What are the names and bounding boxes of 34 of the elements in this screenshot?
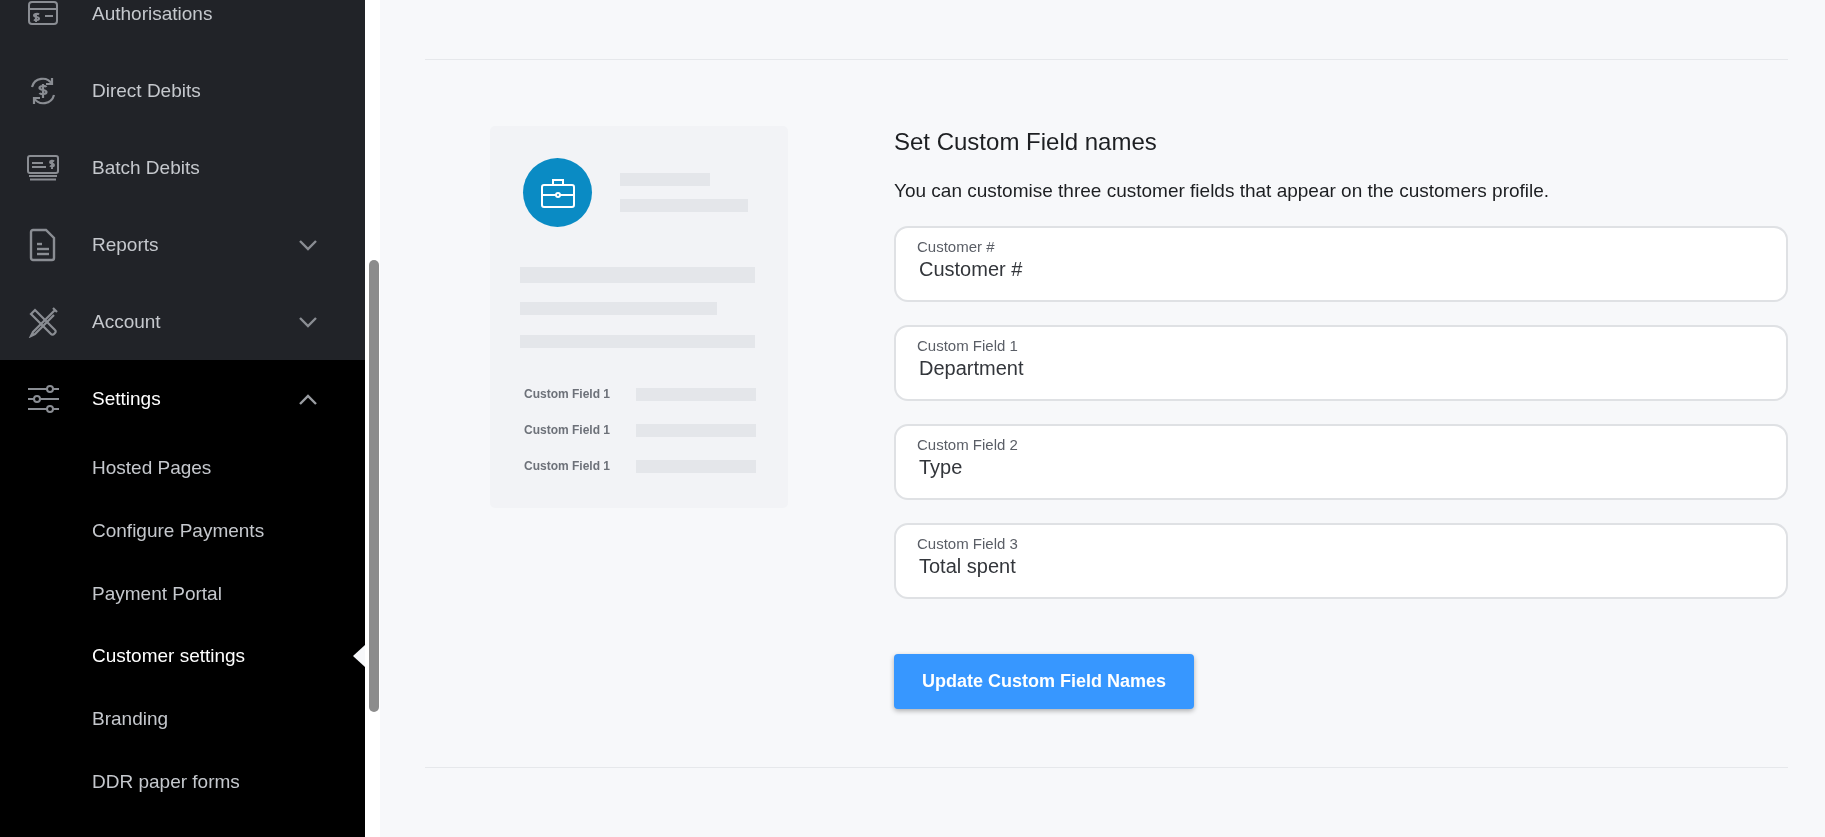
field-label: Custom Field 1 (917, 337, 1019, 354)
field-label: Custom Field 2 (917, 436, 1019, 453)
preview-field-label: Custom Field 1 (524, 459, 610, 473)
text-field[interactable]: Custom Field 3 Total spent (894, 523, 1788, 599)
cheque-stack-icon (26, 154, 59, 181)
nav-item[interactable]: Account (0, 283, 365, 360)
preview-field-label: Custom Field 1 (524, 423, 610, 437)
card-dollar-icon (27, 0, 58, 27)
text-field[interactable]: Customer # Customer # (894, 226, 1788, 302)
nav-item[interactable]: Direct Debits (0, 52, 365, 129)
text-input[interactable]: Customer # (917, 258, 1767, 281)
text-input[interactable]: Total spent (917, 555, 1767, 578)
tools-icon (26, 305, 59, 338)
submenu-item[interactable]: Hosted Pages (0, 437, 365, 500)
preview-field-label: Custom Field 1 (524, 387, 610, 401)
section-description: You can customise three customer fields that appear on the customers profile. (894, 180, 1551, 202)
document-icon (28, 227, 57, 262)
submenu-item[interactable]: DDR paper forms (0, 750, 365, 814)
nav-item[interactable]: Authorisations (0, 0, 365, 52)
scrollbar[interactable] (369, 260, 379, 712)
submenu-item[interactable]: Configure Payments (0, 499, 365, 563)
field-label: Custom Field 3 (917, 535, 1019, 552)
section-title: Set Custom Field names (894, 128, 1158, 156)
field-label: Customer # (917, 238, 996, 255)
submenu-item[interactable]: Payment Portal (0, 562, 365, 626)
submenu-item[interactable]: Branding (0, 687, 365, 751)
text-field[interactable]: Custom Field 1 Department (894, 325, 1788, 401)
sliders-icon (26, 384, 59, 413)
briefcase-icon (539, 176, 576, 209)
nav-item[interactable]: Reports (0, 206, 365, 283)
text-field[interactable]: Custom Field 2 Type (894, 424, 1788, 500)
text-input[interactable]: Type (917, 456, 1767, 479)
nav-item[interactable]: Batch Debits (0, 129, 365, 206)
text-input[interactable]: Department (917, 357, 1767, 380)
